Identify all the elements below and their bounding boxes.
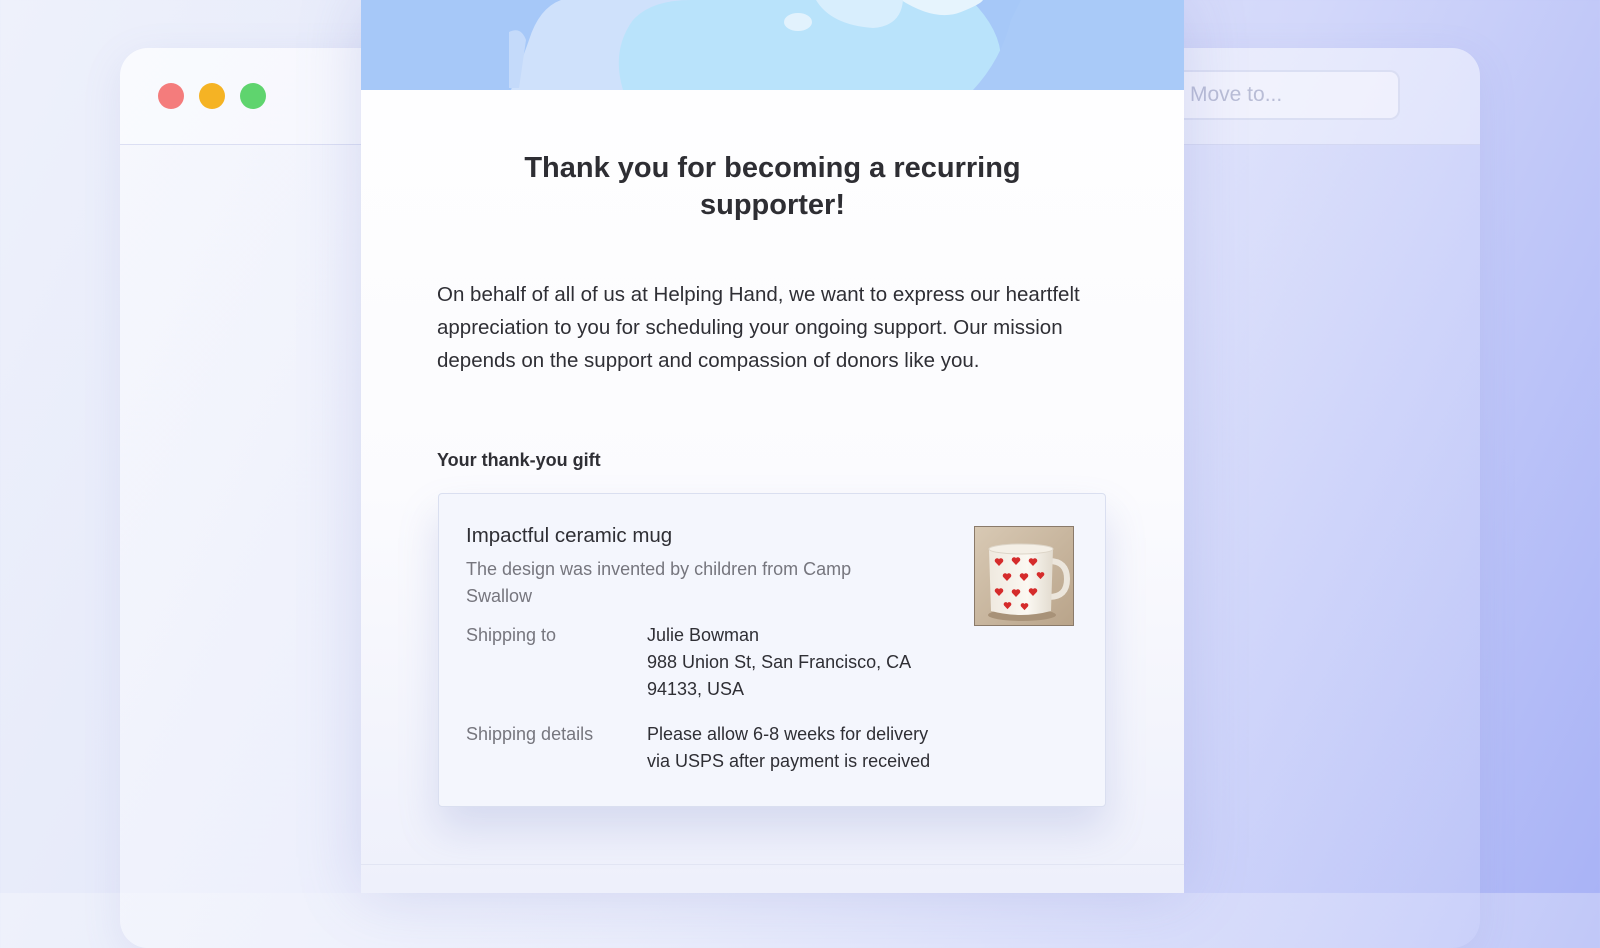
gift-name: Impactful ceramic mug <box>466 524 673 547</box>
gift-section-heading: Your thank-you gift <box>437 450 601 470</box>
close-window-button[interactable] <box>158 83 184 109</box>
email-message: Thank you for becoming a recurring suppo… <box>361 0 1184 893</box>
shipping-details-label: Shipping details <box>466 724 594 744</box>
email-divider <box>361 864 1184 865</box>
address-line-1: 988 Union St, San Francisco, CA <box>647 652 912 672</box>
email-title: Thank you for becoming a recurring suppo… <box>524 152 1021 221</box>
shipping-details-line-1: Please allow 6-8 weeks for delivery <box>647 724 929 744</box>
mug-product-image <box>974 526 1074 626</box>
gift-description: The design was invented by children from… <box>466 559 852 606</box>
maximize-window-button[interactable] <box>240 83 266 109</box>
shipping-to-label: Shipping to <box>466 625 557 645</box>
minimize-window-button[interactable] <box>199 83 225 109</box>
shipping-details-line-2: via USPS after payment is received <box>647 751 931 771</box>
move-to-dropdown[interactable]: Move to... <box>1168 70 1400 120</box>
shipping-address: Julie Bowman 988 Union St, San Francisco… <box>647 622 967 703</box>
heart-mug-icon <box>975 527 1073 625</box>
watercolor-banner-image <box>361 0 1184 90</box>
address-line-2: 94133, USA <box>647 679 745 699</box>
recipient-name: Julie Bowman <box>647 625 760 645</box>
email-header-banner <box>361 0 1184 90</box>
shipping-details: Please allow 6-8 weeks for delivery via … <box>647 721 967 775</box>
gift-card: Impactful ceramic mug The design was inv… <box>438 493 1106 807</box>
email-body-text: On behalf of all of us at Helping Hand, … <box>437 283 1080 372</box>
